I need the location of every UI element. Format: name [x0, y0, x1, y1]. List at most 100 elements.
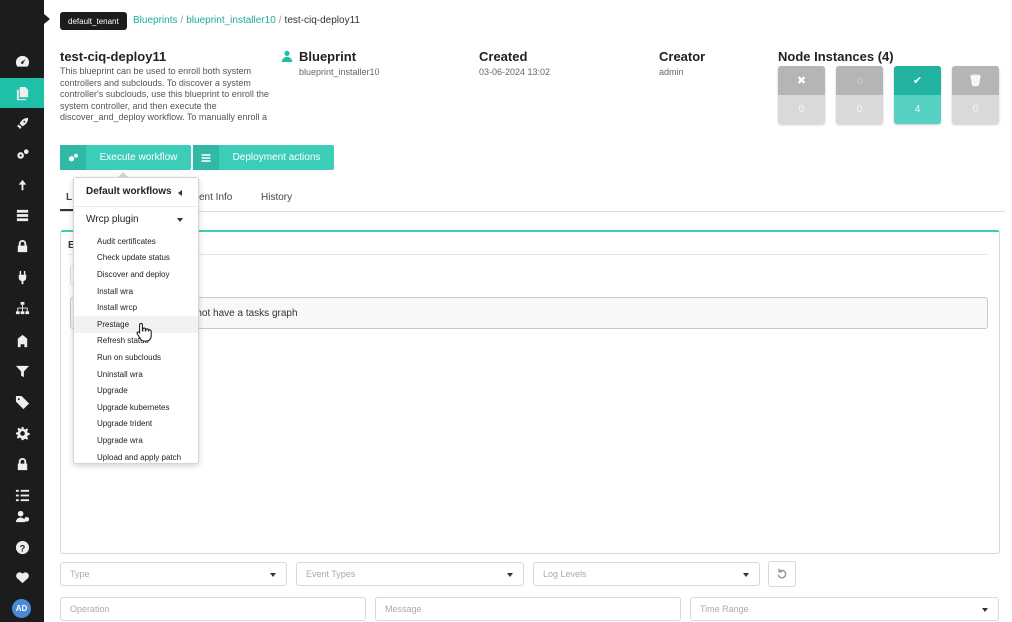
menu-default-workflows[interactable]: Default workflows	[86, 186, 172, 197]
menu-item-install-wra[interactable]: Install wra	[74, 283, 198, 300]
lock-icon[interactable]	[0, 231, 44, 261]
user-cog-icon[interactable]	[0, 501, 44, 531]
caret-down-icon	[177, 218, 183, 222]
settings-icon[interactable]	[0, 418, 44, 448]
breadcrumb-blueprints[interactable]: Blueprints	[133, 15, 177, 26]
breadcrumb: Blueprints / blueprint_installer10/test-ci…	[133, 15, 360, 26]
type-filter[interactable]: Type	[60, 562, 287, 586]
tags-icon[interactable]	[0, 387, 44, 417]
breadcrumb-blueprint[interactable]: blueprint_installer10	[186, 15, 276, 26]
help-icon[interactable]: ?	[0, 532, 44, 562]
creator-info: Creator admin	[659, 49, 705, 77]
menu-item-upgrade-wra[interactable]: Upgrade wra	[74, 432, 198, 449]
creator-label: Creator	[659, 49, 706, 64]
message-placeholder: Message	[385, 604, 422, 614]
menu-item-upload-and-apply-patch[interactable]: Upload and apply patch	[74, 449, 198, 466]
deployments-icon[interactable]	[0, 78, 44, 108]
tabs-divider	[60, 211, 1005, 212]
created-value: 03-06-2024 13:02	[479, 67, 551, 77]
tab-active-indicator	[60, 209, 74, 211]
trash-icon: 🗑	[952, 66, 999, 95]
deployment-name: test-ciq-deploy11	[60, 49, 167, 64]
deployment-description: This blueprint can be used to enroll bot…	[60, 66, 269, 122]
menu-item-run-on-subclouds[interactable]: Run on subclouds	[74, 349, 198, 366]
menu-divider	[74, 206, 198, 207]
event-types-placeholder: Event Types	[306, 569, 356, 579]
node-instances-started[interactable]: ✔ 4	[894, 66, 941, 124]
breadcrumb-separator: /	[278, 15, 282, 26]
menu-item-install-wrcp[interactable]: Install wrcp	[74, 299, 198, 316]
menu-item-audit-certificates[interactable]: Audit certificates	[74, 233, 198, 250]
menu-item-discover-and-deploy[interactable]: Discover and deploy	[74, 266, 198, 283]
operation-placeholder: Operation	[70, 604, 110, 614]
node-instances-started-count: 4	[914, 104, 921, 115]
caret-left-icon	[178, 190, 182, 196]
node-instances-failed[interactable]: ✖ 0	[778, 66, 825, 124]
deployment-actions-label: Deployment actions	[232, 152, 321, 163]
menu-item-upgrade-trident[interactable]: Upgrade trident	[74, 416, 198, 433]
blueprint-icon	[281, 50, 293, 62]
execute-workflow-label: Execute workflow	[99, 152, 178, 163]
breadcrumb-current: test-ciq-deploy11	[284, 15, 360, 26]
operation-input[interactable]: Operation	[60, 597, 366, 621]
tasks-graph-message-text: es not have a tasks graph	[183, 307, 298, 319]
chevron-down-icon	[743, 573, 749, 577]
log-levels-filter[interactable]: Log Levels	[533, 562, 760, 586]
node-instances-in-progress[interactable]: ◌ 0	[836, 66, 883, 124]
menu-item-upgrade-kubernetes[interactable]: Upgrade kubernetes	[74, 399, 198, 416]
menu-item-uninstall-wra[interactable]: Uninstall wra	[74, 366, 198, 383]
filter-icon[interactable]	[0, 356, 44, 386]
blueprint-info: Blueprint blueprint_installer10	[299, 49, 380, 77]
chevron-down-icon	[270, 573, 276, 577]
cogs-icon[interactable]	[0, 139, 44, 169]
spinner-icon: ◌	[836, 66, 883, 95]
tasks-graph-message: es not have a tasks graph	[70, 297, 988, 329]
hand-pointer-icon	[136, 322, 152, 342]
rocket-icon[interactable]	[0, 108, 44, 138]
chevron-down-icon	[507, 573, 513, 577]
deployment-actions-button[interactable]: Deployment actions	[193, 145, 334, 170]
node-instances-failed-count: 0	[798, 104, 805, 115]
message-input[interactable]: Message	[375, 597, 681, 621]
node-instances-in-progress-count: 0	[856, 104, 863, 115]
node-instances-title: Node Instances (4)	[778, 49, 894, 64]
undo-icon	[777, 568, 787, 579]
reset-filters-button[interactable]	[768, 561, 796, 587]
blueprint-label: Blueprint	[299, 49, 357, 64]
check-icon: ✔	[894, 66, 941, 95]
tab-last-execution[interactable]: L	[66, 192, 72, 203]
chevron-down-icon	[982, 608, 988, 612]
execute-workflow-button[interactable]: Execute workflow	[60, 145, 191, 170]
created-info: Created 03-06-2024 13:02	[479, 49, 550, 77]
blueprint-value[interactable]: blueprint_installer10	[299, 67, 380, 77]
sidebar: ? AD	[0, 0, 44, 622]
menu-item-check-update-status[interactable]: Check update status	[74, 250, 198, 267]
tab-history[interactable]: History	[261, 192, 292, 203]
log-levels-placeholder: Log Levels	[543, 569, 587, 579]
creator-value: admin	[659, 67, 684, 77]
lock-icon[interactable]	[0, 449, 44, 479]
time-range-filter[interactable]: Time Range	[690, 597, 999, 621]
menu-item-upgrade[interactable]: Upgrade	[74, 382, 198, 399]
dashboard-icon[interactable]	[0, 46, 44, 76]
cogs-icon	[60, 145, 86, 170]
svg-text:?: ?	[19, 543, 25, 553]
menu-wrcp-plugin[interactable]: Wrcp plugin	[86, 214, 139, 225]
menu-icon	[193, 145, 219, 170]
event-types-filter[interactable]: Event Types	[296, 562, 524, 586]
type-filter-placeholder: Type	[70, 569, 90, 579]
tab-deployment-info[interactable]: ent Info	[199, 192, 232, 203]
breadcrumb-separator: /	[180, 15, 184, 26]
building-icon[interactable]	[0, 325, 44, 355]
sitemap-icon[interactable]	[0, 293, 44, 323]
node-instances-deleted[interactable]: 🗑 0	[952, 66, 999, 124]
plug-icon[interactable]	[0, 262, 44, 292]
execution-panel	[60, 230, 1000, 554]
server-icon[interactable]	[0, 200, 44, 230]
panel-divider	[68, 254, 988, 255]
created-label: Created	[479, 49, 528, 64]
tenant-selector[interactable]: default_tenant	[60, 12, 127, 30]
heartbeat-icon[interactable]	[0, 562, 44, 592]
avatar[interactable]: AD	[12, 599, 31, 618]
upload-icon[interactable]	[0, 170, 44, 200]
